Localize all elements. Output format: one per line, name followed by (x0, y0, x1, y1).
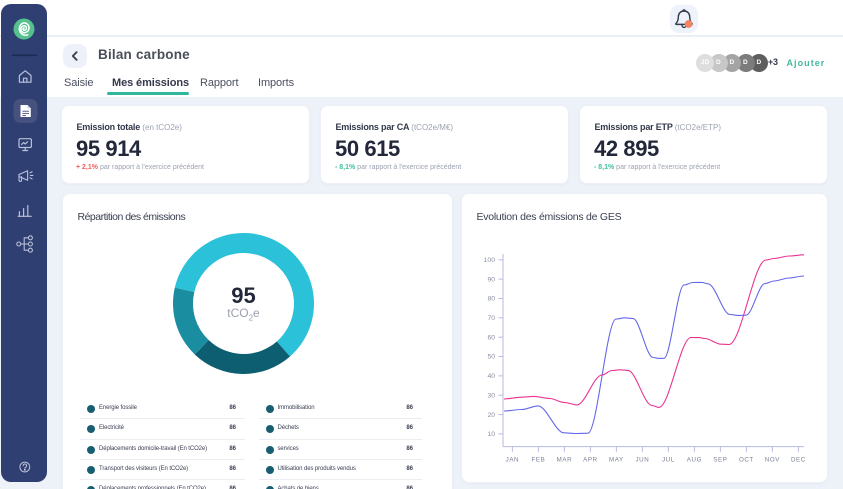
svg-text:50: 50 (487, 354, 495, 361)
svg-text:NOV: NOV (765, 457, 780, 464)
svg-text:AUG: AUG (687, 457, 702, 464)
svg-text:30: 30 (487, 392, 495, 399)
svg-text:JAN: JAN (506, 457, 520, 464)
svg-text:OCT: OCT (739, 457, 754, 464)
svg-text:70: 70 (487, 315, 495, 322)
svg-text:FEB: FEB (531, 457, 545, 464)
svg-text:JUL: JUL (662, 457, 675, 464)
svg-text:MAY: MAY (609, 457, 624, 464)
svg-text:DEC: DEC (791, 457, 806, 464)
svg-text:100: 100 (484, 257, 496, 264)
svg-text:80: 80 (487, 296, 495, 303)
svg-text:90: 90 (487, 276, 495, 283)
svg-text:MAR: MAR (557, 457, 573, 464)
svg-text:APR: APR (583, 457, 598, 464)
svg-text:JUN: JUN (635, 457, 649, 464)
svg-text:SEP: SEP (713, 457, 727, 464)
svg-text:60: 60 (487, 334, 495, 341)
svg-text:40: 40 (487, 373, 495, 380)
svg-text:20: 20 (487, 412, 495, 419)
svg-text:10: 10 (487, 431, 495, 438)
